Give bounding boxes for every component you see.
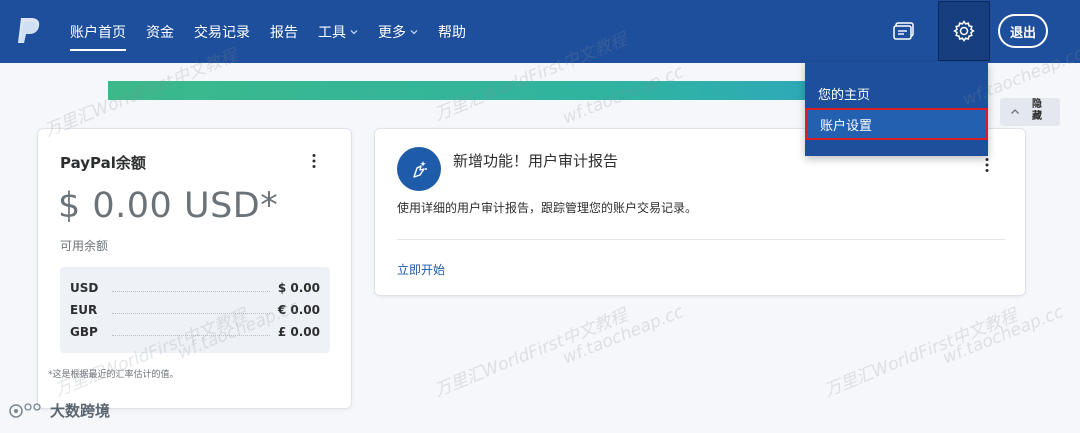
nav-item-label: 帮助 xyxy=(438,24,466,41)
nav-item-label: 报告 xyxy=(270,24,298,41)
message-icon xyxy=(893,21,914,40)
settings-button[interactable] xyxy=(938,1,990,61)
sparkle-hand-icon xyxy=(413,161,427,178)
logout-button[interactable]: 退出 xyxy=(998,14,1048,48)
gear-icon xyxy=(953,20,975,42)
currency-breakdown: USD $ 0.00 EUR € 0.00 GBP £ 0.00 xyxy=(60,267,330,353)
settings-dropdown-menu: 您的主页 账户设置 xyxy=(805,62,988,156)
currency-row: USD $ 0.00 xyxy=(70,279,320,297)
nav-item-more[interactable]: 更多 xyxy=(368,0,428,63)
nav-item-tools[interactable]: 工具 xyxy=(308,0,368,63)
currency-amount: £ 0.00 xyxy=(277,325,320,339)
currency-code: GBP xyxy=(70,325,98,339)
brand-badge-label: 大数跨境 xyxy=(50,402,111,420)
paypal-logo-icon[interactable] xyxy=(15,16,41,44)
nav-item-help[interactable]: 帮助 xyxy=(428,0,476,63)
nav-item-label: 更多 xyxy=(378,24,406,41)
dotted-leader xyxy=(112,334,270,336)
nav-item-label: 交易记录 xyxy=(194,24,250,41)
more-options-icon[interactable] xyxy=(985,157,989,173)
watermark-text: 万里汇WorldFirst中文教程 xyxy=(431,305,631,402)
menu-item-account-settings[interactable]: 账户设置 xyxy=(805,108,988,140)
brand-badge: 大数跨境 xyxy=(8,400,110,421)
main-nav: 账户首页 资金 交易记录 报告 工具 更多 帮助 xyxy=(60,0,476,63)
chevron-down-icon xyxy=(410,29,418,34)
brand-logo-icon xyxy=(9,402,41,418)
currency-code: EUR xyxy=(70,303,98,317)
balance-card-title: PayPal余额 xyxy=(60,154,146,172)
balance-amount: $ 0.00 USD* xyxy=(58,186,279,226)
currency-amount: € 0.00 xyxy=(277,303,320,317)
chevron-down-icon xyxy=(350,29,358,34)
watermark-url: wf.taocheap.cc xyxy=(560,301,687,369)
feature-badge xyxy=(397,147,441,191)
available-balance-label: 可用余额 xyxy=(60,239,109,253)
divider xyxy=(397,239,1005,240)
nav-item-label: 工具 xyxy=(318,24,346,41)
menu-item-your-homepage[interactable]: 您的主页 xyxy=(805,78,988,108)
nav-item-label: 账户首页 xyxy=(70,24,126,41)
paypal-balance-card: PayPal余额 $ 0.00 USD* 可用余额 USD $ 0.00 EUR… xyxy=(37,128,352,409)
watermark-url: wf.taocheap.cc xyxy=(940,301,1067,369)
top-nav-bar: 账户首页 资金 交易记录 报告 工具 更多 帮助 退出 xyxy=(0,0,1080,63)
watermark-text: 万里汇WorldFirst中文教程 xyxy=(821,305,1021,402)
currency-row: EUR € 0.00 xyxy=(70,301,320,319)
nav-item-account-home[interactable]: 账户首页 xyxy=(60,0,136,63)
currency-code: USD xyxy=(70,281,99,295)
more-options-icon[interactable] xyxy=(312,153,316,169)
dotted-leader xyxy=(112,290,270,292)
nav-item-funds[interactable]: 资金 xyxy=(136,0,184,63)
feature-description: 使用详细的用户审计报告，跟踪管理您的账户交易记录。 xyxy=(397,201,698,215)
nav-item-transactions[interactable]: 交易记录 xyxy=(184,0,260,63)
exchange-rate-footnote: *这是根据最近的汇率估计的值。 xyxy=(48,370,179,380)
feature-title: 新增功能！用户审计报告 xyxy=(453,152,619,170)
nav-item-label: 资金 xyxy=(146,24,174,41)
dotted-leader xyxy=(112,312,270,314)
currency-row: GBP £ 0.00 xyxy=(70,323,320,341)
currency-amount: $ 0.00 xyxy=(277,281,320,295)
hide-button[interactable]: 隐藏 xyxy=(1000,98,1060,126)
nav-item-reports[interactable]: 报告 xyxy=(260,0,308,63)
get-started-link[interactable]: 立即开始 xyxy=(397,261,445,278)
chevron-up-icon xyxy=(1011,109,1019,114)
hide-label: 隐藏 xyxy=(1032,99,1042,122)
messages-button[interactable] xyxy=(882,0,926,63)
